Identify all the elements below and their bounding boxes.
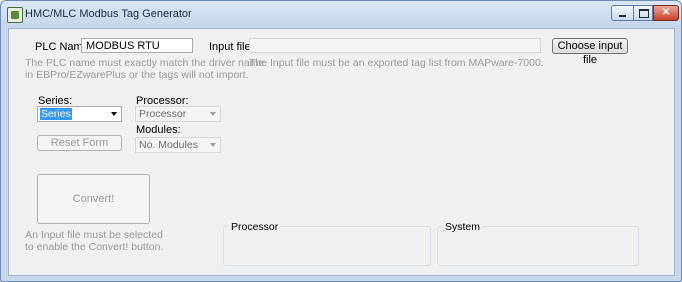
processor-group: Processor bbox=[223, 221, 431, 266]
modules-label: Modules: bbox=[136, 124, 181, 136]
convert-hint-line1: An Input file must be selected bbox=[25, 229, 163, 241]
choose-input-file-button[interactable]: Choose input file bbox=[552, 38, 628, 66]
plc-name-hint-line1: The PLC name must exactly match the driv… bbox=[25, 57, 265, 69]
chevron-down-icon bbox=[210, 112, 216, 116]
processor-dropdown: Processor bbox=[135, 106, 221, 122]
processor-value: Processor bbox=[139, 108, 187, 120]
system-group-title: System bbox=[443, 221, 483, 233]
input-file-label: Input file: bbox=[209, 41, 254, 53]
form-client-area: PLC Name: MODBUS RTU The PLC name must e… bbox=[8, 28, 675, 276]
plc-name-hint-line2: in EBPro/EZwarePlus or the tags will not… bbox=[25, 69, 249, 81]
minimize-button[interactable] bbox=[611, 5, 633, 21]
convert-hint-line2: to enable the Convert! button. bbox=[25, 241, 164, 253]
processor-group-title: Processor bbox=[229, 221, 281, 233]
convert-button: Convert! bbox=[37, 174, 150, 224]
system-group: System bbox=[437, 221, 639, 266]
title-bar[interactable]: HMC/MLC Modbus Tag Generator ✕ bbox=[1, 1, 681, 27]
app-window: HMC/MLC Modbus Tag Generator ✕ PLC Name:… bbox=[0, 0, 682, 282]
maximize-button[interactable] bbox=[633, 5, 653, 21]
app-icon bbox=[7, 7, 23, 23]
series-value: Series bbox=[40, 108, 72, 120]
chevron-down-icon bbox=[210, 143, 216, 147]
plc-name-input[interactable]: MODBUS RTU bbox=[81, 38, 193, 53]
modules-dropdown: No. Modules bbox=[135, 137, 221, 153]
maximize-icon bbox=[639, 9, 649, 18]
close-icon: ✕ bbox=[661, 7, 671, 18]
modules-value: No. Modules bbox=[139, 139, 198, 151]
convert-hint: An Input file must be selected to enable… bbox=[25, 229, 163, 253]
window-title: HMC/MLC Modbus Tag Generator bbox=[25, 8, 192, 20]
input-file-hint: The Input file must be an exported tag l… bbox=[249, 57, 544, 69]
chevron-down-icon bbox=[111, 112, 117, 116]
minimize-icon bbox=[619, 15, 626, 17]
input-file-field bbox=[249, 38, 541, 53]
close-button[interactable]: ✕ bbox=[653, 5, 679, 21]
plc-name-hint: The PLC name must exactly match the driv… bbox=[25, 57, 265, 81]
series-dropdown[interactable]: Series bbox=[37, 106, 122, 122]
reset-form-button: Reset Form bbox=[37, 135, 122, 151]
